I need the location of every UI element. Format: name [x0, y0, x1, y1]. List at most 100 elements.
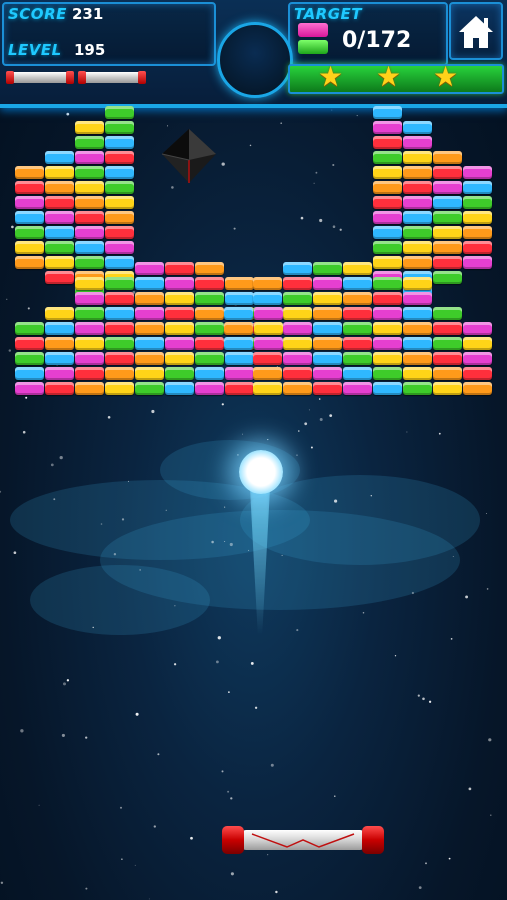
brick [373, 337, 402, 350]
brick [165, 262, 194, 275]
brick [225, 382, 254, 395]
brick [165, 277, 194, 290]
brick [403, 367, 432, 380]
brick [135, 352, 164, 365]
brick [283, 337, 312, 350]
brick [433, 151, 462, 164]
brick [135, 307, 164, 320]
brick [463, 337, 492, 350]
brick [253, 292, 282, 305]
brick [433, 241, 462, 254]
brick [373, 151, 402, 164]
brick [433, 196, 462, 209]
brick [403, 151, 432, 164]
brick [313, 277, 342, 290]
brick [195, 292, 224, 305]
brick [105, 337, 134, 350]
brick [75, 382, 104, 395]
paddle[interactable] [222, 826, 384, 854]
brick [403, 196, 432, 209]
brick [313, 352, 342, 365]
brick [463, 241, 492, 254]
brick [433, 166, 462, 179]
brick [105, 151, 134, 164]
brick [165, 382, 194, 395]
brick [313, 382, 342, 395]
brick [403, 382, 432, 395]
brick [403, 337, 432, 350]
brick [403, 352, 432, 365]
brick [433, 181, 462, 194]
brick [403, 277, 432, 290]
brick [15, 382, 44, 395]
brick [403, 166, 432, 179]
paddle-body [242, 830, 364, 850]
brick [373, 352, 402, 365]
brick [283, 367, 312, 380]
brick [75, 211, 104, 224]
brick [195, 277, 224, 290]
brick [254, 307, 283, 320]
brick [403, 322, 432, 335]
brick [463, 226, 492, 239]
brick [15, 337, 44, 350]
brick [373, 322, 402, 335]
brick [403, 256, 432, 269]
brick [165, 307, 194, 320]
brick [253, 382, 282, 395]
brick [225, 292, 254, 305]
brick [283, 307, 312, 320]
brick [403, 181, 432, 194]
brick [343, 337, 372, 350]
brick [283, 352, 312, 365]
brick [283, 382, 312, 395]
brick [105, 106, 134, 119]
brick [313, 292, 342, 305]
brick [45, 196, 74, 209]
brick [343, 307, 372, 320]
brick [433, 271, 462, 284]
brick [343, 322, 372, 335]
brick [45, 211, 74, 224]
brick [15, 322, 44, 335]
brick [373, 277, 402, 290]
brick [75, 151, 104, 164]
brick [45, 151, 74, 164]
brick [75, 256, 104, 269]
brick [403, 136, 432, 149]
brick [313, 367, 342, 380]
brick [75, 226, 104, 239]
brick [463, 382, 492, 395]
brick [135, 262, 164, 275]
brick [135, 337, 164, 350]
brick [373, 211, 402, 224]
brick [403, 292, 432, 305]
brick [105, 196, 134, 209]
brick [105, 166, 134, 179]
brick [433, 337, 462, 350]
brick [373, 307, 402, 320]
brick [45, 241, 74, 254]
brick [105, 256, 134, 269]
brick [373, 226, 402, 239]
brick [165, 322, 194, 335]
brick [283, 262, 312, 275]
brick [105, 322, 134, 335]
brick [225, 352, 254, 365]
brick [433, 352, 462, 365]
brick [373, 292, 402, 305]
brick [195, 367, 224, 380]
brick [313, 262, 342, 275]
brick [343, 262, 372, 275]
brick [45, 337, 74, 350]
brick [373, 256, 402, 269]
brick [283, 277, 312, 290]
brick [75, 136, 104, 149]
brick [195, 382, 224, 395]
brick [75, 181, 104, 194]
brick [433, 256, 462, 269]
brick [253, 367, 282, 380]
brick [313, 322, 342, 335]
brick [105, 352, 134, 365]
brick [105, 292, 134, 305]
